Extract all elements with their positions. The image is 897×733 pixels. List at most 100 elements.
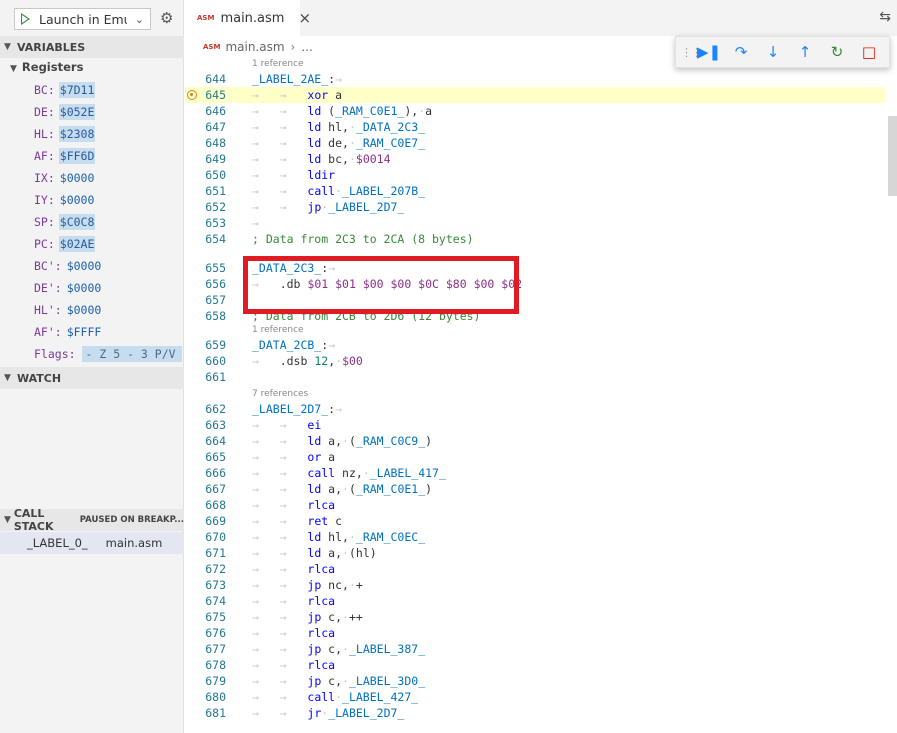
start-debugging-icon[interactable] <box>21 13 30 25</box>
compare-changes-icon[interactable]: ⇆ <box>879 9 891 25</box>
codelens-references[interactable]: 7 references <box>185 388 885 401</box>
code-line[interactable]: 646 → → ld (_RAM_C0E1_),·a <box>185 103 885 119</box>
code-line[interactable]: 675 → → jp c,·++ <box>185 609 885 625</box>
code-line[interactable]: 677 → → jp c,·_LABEL_387_ <box>185 641 885 657</box>
chevron-down-icon: ▼ <box>4 42 11 52</box>
register-value: $0000 <box>66 303 102 317</box>
register-value: $FF6D <box>58 148 96 164</box>
code-line[interactable]: 644 _LABEL_2AE_:→ <box>185 71 885 87</box>
code-line[interactable]: 666 → → call nz,·_LABEL_417_ <box>185 465 885 481</box>
continue-icon[interactable]: ▶❚ <box>693 43 725 61</box>
tab-main-asm[interactable]: ASM main.asm × <box>185 0 311 36</box>
annotation-highlight-box <box>243 256 519 314</box>
vertical-scrollbar[interactable] <box>887 58 897 733</box>
code-line-current[interactable]: 645 → → xor a <box>185 87 885 103</box>
code-line[interactable]: 664 → → ld a,·(_RAM_C0C9_) <box>185 433 885 449</box>
step-into-icon[interactable]: ↓ <box>757 43 789 61</box>
register-value: $0000 <box>66 259 102 273</box>
code-line[interactable]: 647 → → ld hl,·_DATA_2C3_ <box>185 119 885 135</box>
registers-group[interactable]: ▼ Registers <box>10 60 83 74</box>
code-line[interactable]: 673 → → jp nc,·+ <box>185 577 885 593</box>
code-editor[interactable]: 1 reference 644 _LABEL_2AE_:→ 645 → → xor … <box>185 58 885 721</box>
register-value: $0000 <box>59 193 95 207</box>
register-name: AF: <box>34 149 55 163</box>
code-line[interactable]: 649 → → ld bc,·$0014 <box>185 151 885 167</box>
breadcrumb-symbol[interactable]: ... <box>301 40 312 54</box>
register-value: $2308 <box>58 126 96 142</box>
breadcrumb[interactable]: ASM main.asm › ... <box>203 38 313 56</box>
code-line[interactable]: 648 → → ld de,·_RAM_C0E7_ <box>185 135 885 151</box>
code-line[interactable]: 651 → → call·_LABEL_207B_ <box>185 183 885 199</box>
callstack-frame[interactable]: _LABEL_0_ main.asm <box>0 532 184 554</box>
code-line[interactable]: 653 → <box>185 215 885 231</box>
register-name: AF': <box>34 325 62 339</box>
code-line[interactable]: 659 _DATA_2CB_:→ <box>185 337 885 353</box>
code-line[interactable]: 661 <box>185 369 885 385</box>
code-line[interactable]: 662 _LABEL_2D7_:→ <box>185 401 885 417</box>
code-line[interactable]: 670 → → ld hl,·_RAM_C0EC_ <box>185 529 885 545</box>
debug-sidebar: Launch in Emu ⌄ ⚙ ▼ VARIABLES ▼ Registers… <box>0 0 184 733</box>
code-line[interactable]: 676 → → rlca <box>185 625 885 641</box>
scrollbar-thumb[interactable] <box>888 116 897 196</box>
variables-title: VARIABLES <box>17 40 86 54</box>
code-line[interactable]: 671 → → ld a,·(hl) <box>185 545 885 561</box>
drag-handle-icon[interactable]: ⋮⋮ <box>681 46 702 59</box>
register-row[interactable]: AF: $FF6D <box>34 146 96 166</box>
code-line[interactable]: 652 → → jp·_LABEL_2D7_ <box>185 199 885 215</box>
code-line[interactable]: 674 → → rlca <box>185 593 885 609</box>
launch-bar: Launch in Emu ⌄ ⚙ <box>0 0 184 36</box>
register-name: Flags: <box>34 347 76 361</box>
variables-section-header[interactable]: ▼ VARIABLES <box>0 36 184 58</box>
restart-icon[interactable]: ↻ <box>821 43 853 61</box>
register-name: BC': <box>34 259 62 273</box>
registers-title: Registers <box>21 60 84 74</box>
code-line[interactable]: 678 → → rlca <box>185 657 885 673</box>
code-line[interactable]: 660 → .dsb 12,·$00 <box>185 353 885 369</box>
code-line[interactable]: 654; Data from 2C3 to 2CA (8 bytes) <box>185 231 885 247</box>
tab-bar: ASM main.asm × ⇆ <box>185 0 897 36</box>
close-icon[interactable]: × <box>298 9 311 27</box>
gear-icon[interactable]: ⚙ <box>160 9 173 27</box>
codelens-references[interactable]: 1 reference <box>185 324 885 337</box>
code-line[interactable]: 672 → → rlca <box>185 561 885 577</box>
register-row[interactable]: HL: $2308 <box>34 124 96 144</box>
register-row[interactable]: HL': $0000 <box>34 300 102 320</box>
register-name: PC: <box>34 237 55 251</box>
code-comment: ; Data from 2C3 to 2CA (8 bytes) <box>252 232 474 246</box>
register-row[interactable]: IY: $0000 <box>34 190 95 210</box>
callstack-section-header[interactable]: ▼ CALL STACK PAUSED ON BREAKP... <box>0 507 184 533</box>
code-line[interactable]: 681 → → jr·_LABEL_2D7_ <box>185 705 885 721</box>
register-name: HL: <box>34 127 55 141</box>
debug-toolbar: ⋮⋮ ▶❚ ↷ ↓ ↑ ↻ □ <box>675 36 890 68</box>
code-line[interactable]: 680 → → call·_LABEL_427_ <box>185 689 885 705</box>
register-row[interactable]: SP: $C0C8 <box>34 212 96 232</box>
code-line[interactable]: 679 → → jp c,·_LABEL_3D0_ <box>185 673 885 689</box>
launch-config-dropdown[interactable]: Launch in Emu ⌄ <box>14 8 151 30</box>
watch-section-header[interactable]: ▼ WATCH <box>0 367 184 389</box>
register-row[interactable]: DE: $052E <box>34 102 96 122</box>
register-row[interactable]: IX: $0000 <box>34 168 95 188</box>
register-value: $C0C8 <box>58 214 96 230</box>
register-row[interactable]: AF': $FFFF <box>34 322 102 342</box>
register-row[interactable]: BC: $7D11 <box>34 80 96 100</box>
register-name: DE: <box>34 105 55 119</box>
code-line[interactable]: 650 → → ldir <box>185 167 885 183</box>
register-row-flags[interactable]: Flags: - Z 5 - 3 P/V <box>34 344 182 364</box>
register-row[interactable]: BC': $0000 <box>34 256 102 276</box>
step-over-icon[interactable]: ↷ <box>725 43 757 61</box>
code-line[interactable]: 663 → → ei <box>185 417 885 433</box>
code-line[interactable]: 669 → → ret c <box>185 513 885 529</box>
asm-file-icon: ASM <box>203 43 221 51</box>
code-line[interactable]: 668 → → rlca <box>185 497 885 513</box>
register-row[interactable]: DE': $0000 <box>34 278 102 298</box>
chevron-down-icon[interactable]: ⌄ <box>135 13 144 26</box>
register-value: $02AE <box>58 236 96 252</box>
register-name: IX: <box>34 171 55 185</box>
code-line[interactable]: 665 → → or a <box>185 449 885 465</box>
step-out-icon[interactable]: ↑ <box>789 43 821 61</box>
stop-icon[interactable]: □ <box>853 43 885 61</box>
watch-title: WATCH <box>17 371 62 385</box>
code-line[interactable]: 667 → → ld a,·(_RAM_C0E1_) <box>185 481 885 497</box>
register-row[interactable]: PC: $02AE <box>34 234 96 254</box>
breadcrumb-file[interactable]: main.asm <box>225 40 284 54</box>
